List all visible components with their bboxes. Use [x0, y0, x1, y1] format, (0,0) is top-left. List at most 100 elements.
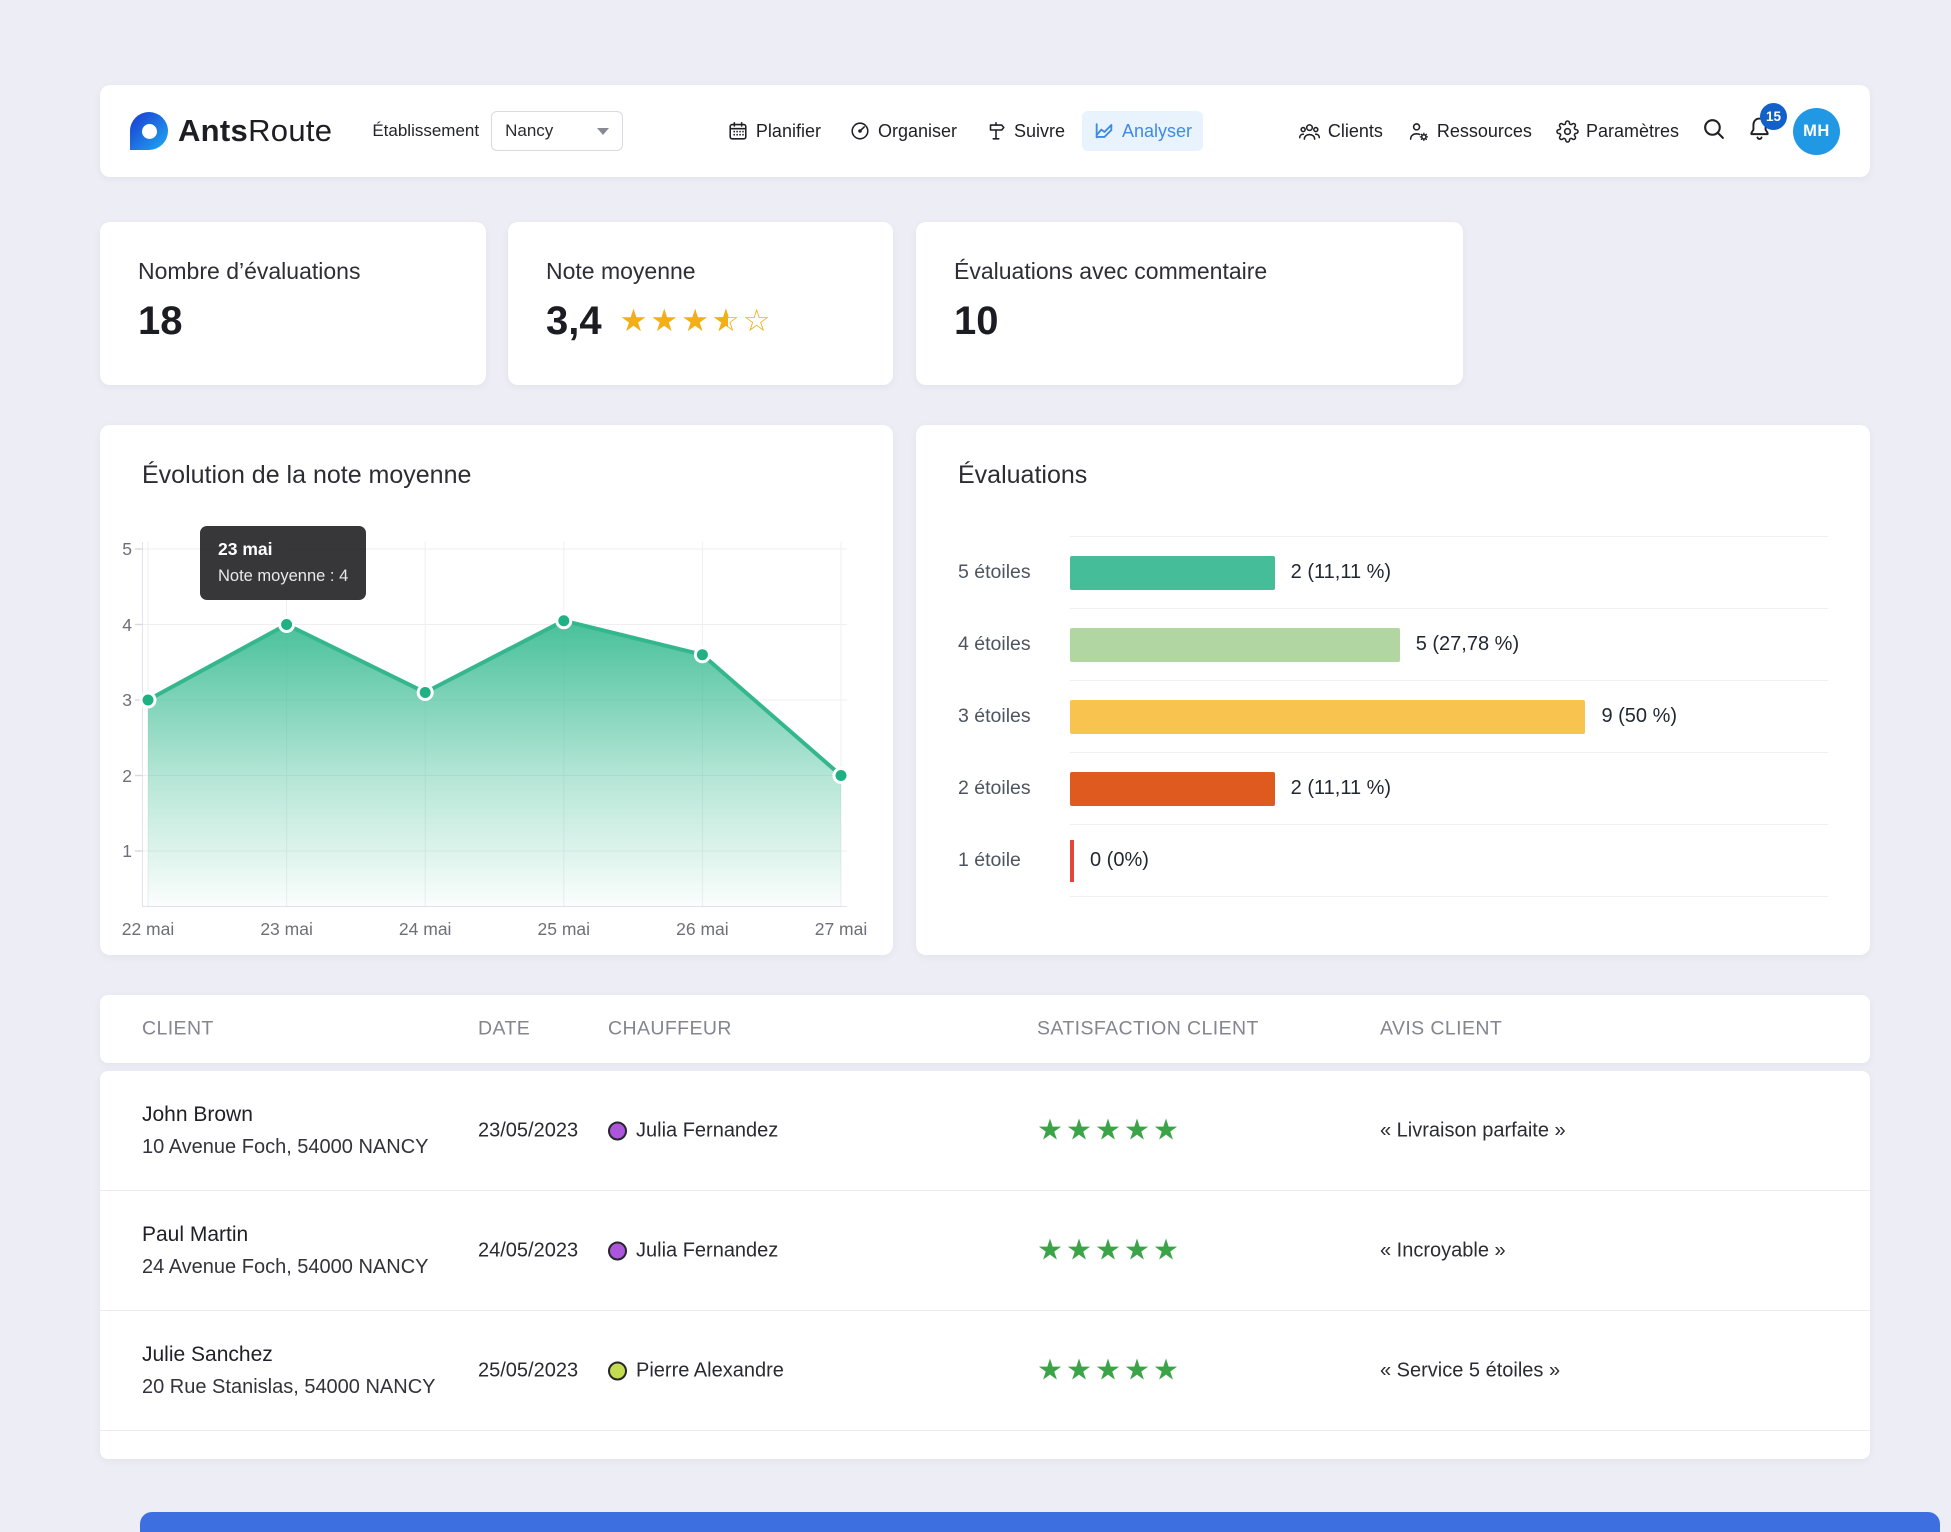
notifications-button[interactable]: 15	[1746, 115, 1773, 147]
nav-clients[interactable]: Clients	[1296, 114, 1385, 149]
x-axis-tick-label: 26 mai	[676, 919, 729, 940]
driver-name: Julia Fernandez	[636, 1239, 778, 1262]
stat-title: Évaluations avec commentaire	[954, 258, 1425, 285]
stat-card-evaluations-commentaire: Évaluations avec commentaire 10	[916, 222, 1463, 385]
nav-organiser[interactable]: Organiser	[838, 111, 968, 151]
nav-parametres-label: Paramètres	[1586, 121, 1679, 142]
nav-suivre[interactable]: Suivre	[974, 111, 1076, 151]
area-fill	[148, 621, 841, 907]
brand-logo[interactable]: AntsRoute	[130, 112, 332, 150]
nav-ressources-label: Ressources	[1437, 121, 1532, 142]
bar-value-label: 0 (0%)	[1090, 849, 1149, 872]
bar-category-label: 3 étoiles	[958, 680, 1070, 752]
y-axis-tick-label: 1	[104, 841, 132, 862]
nav-analyser-label: Analyser	[1122, 121, 1192, 142]
footer-accent-bar	[140, 1512, 1940, 1532]
bar-category-label: 1 étoile	[958, 824, 1070, 896]
tooltip-title: 23 mai	[218, 539, 348, 560]
bar-value-label: 2 (11,11 %)	[1291, 561, 1391, 584]
client-name: Julie Sanchez	[142, 1343, 436, 1367]
search-button[interactable]	[1701, 116, 1726, 146]
x-axis-tick-label: 25 mai	[538, 919, 591, 940]
stat-title: Note moyenne	[546, 258, 855, 285]
column-header-date: DATE	[478, 1018, 530, 1041]
satisfaction-stars: ★★★★★	[1037, 1116, 1182, 1145]
table-row[interactable]: Paul Martin24 Avenue Foch, 54000 NANCY24…	[100, 1191, 1870, 1311]
brand-bold: Ants	[178, 113, 248, 148]
stat-title: Nombre d’évaluations	[138, 258, 448, 285]
data-point[interactable]	[280, 618, 294, 632]
bar-chart-row: 5 étoiles 2 (11,11 %)	[958, 536, 1828, 608]
rating-stars: ★★★☆★☆	[620, 305, 771, 338]
x-axis-tick-label: 23 mai	[260, 919, 313, 940]
star-full-icon: ★	[620, 305, 648, 338]
table-row[interactable]: John Brown10 Avenue Foch, 54000 NANCY23/…	[100, 1071, 1870, 1191]
client-name: Paul Martin	[142, 1223, 428, 1247]
bar-track: 5 (27,78 %)	[1070, 608, 1828, 680]
nav-organiser-label: Organiser	[878, 121, 957, 142]
x-axis-tick-label: 27 mai	[815, 919, 868, 940]
driver-color-dot	[608, 1121, 627, 1140]
bar-chart-row: 1 étoile 0 (0%)	[958, 824, 1828, 896]
bar[interactable]	[1070, 556, 1275, 590]
bar-chart-card: Évaluations 5 étoiles 2 (11,11 %) 4 étoile…	[916, 425, 1870, 955]
avatar[interactable]: MH	[1793, 108, 1840, 155]
y-axis-tick-label: 2	[104, 766, 132, 787]
nav-ressources[interactable]: Ressources	[1405, 114, 1534, 149]
bar-chart-title: Évaluations	[958, 461, 1828, 490]
nav-analyser[interactable]: Analyser	[1082, 111, 1203, 151]
column-header-satisfaction: SATISFACTION CLIENT	[1037, 1018, 1259, 1041]
bar-category-label: 5 étoiles	[958, 536, 1070, 608]
brand-regular: Route	[248, 113, 332, 148]
driver-cell: Julia Fernandez	[608, 1239, 778, 1262]
y-axis-tick-label: 4	[104, 615, 132, 636]
table-row[interactable]: Julie Sanchez20 Rue Stanislas, 54000 NAN…	[100, 1311, 1870, 1431]
y-axis-tick-label: 5	[104, 539, 132, 560]
signpost-icon	[985, 120, 1007, 142]
stat-value-row: 3,4 ★★★☆★☆	[546, 299, 855, 344]
establishment-select[interactable]: Nancy	[491, 111, 623, 151]
star-half-icon: ☆★	[712, 305, 740, 338]
nav-parametres[interactable]: Paramètres	[1554, 114, 1681, 149]
establishment-value: Nancy	[505, 121, 553, 141]
column-header-avis: AVIS CLIENT	[1380, 1018, 1502, 1041]
search-icon	[1701, 116, 1726, 146]
review-text: « Livraison parfaite »	[1380, 1119, 1566, 1142]
bar-chart-row: 4 étoiles5 (27,78 %)	[958, 608, 1828, 680]
establishment-label: Établissement	[372, 121, 479, 141]
tooltip-text: Note moyenne : 4	[218, 567, 348, 586]
brand-name: AntsRoute	[178, 113, 332, 149]
client-name: John Brown	[142, 1103, 428, 1127]
data-point[interactable]	[557, 614, 571, 628]
line-chart: 23 mai Note moyenne : 4 1234522 mai23 ma…	[142, 542, 847, 907]
nav-planifier[interactable]: Planifier	[716, 111, 832, 151]
bar-value-label: 2 (11,11 %)	[1291, 777, 1391, 800]
nav-planifier-label: Planifier	[756, 121, 821, 142]
data-point[interactable]	[695, 648, 709, 662]
bar[interactable]	[1070, 700, 1585, 734]
bar-value-label: 5 (27,78 %)	[1416, 633, 1519, 656]
stat-value: 18	[138, 299, 448, 344]
data-point[interactable]	[834, 769, 848, 783]
star-full-icon: ★	[681, 305, 709, 338]
client-cell: Paul Martin24 Avenue Foch, 54000 NANCY	[142, 1223, 428, 1279]
driver-color-dot	[608, 1241, 627, 1260]
data-point[interactable]	[418, 685, 432, 699]
dashboard-page: AntsRoute Établissement Nancy	[0, 0, 1951, 1532]
bar[interactable]	[1070, 772, 1275, 806]
bar[interactable]	[1070, 628, 1400, 662]
logo-icon	[130, 112, 168, 150]
clients-icon	[1298, 120, 1321, 143]
driver-color-dot	[608, 1361, 627, 1380]
column-header-chauffeur: CHAUFFEUR	[608, 1018, 732, 1041]
nav-suivre-label: Suivre	[1014, 121, 1065, 142]
table-header: CLIENT DATE CHAUFFEUR SATISFACTION CLIEN…	[100, 995, 1870, 1063]
data-point[interactable]	[141, 693, 155, 707]
bar-track: 2 (11,11 %)	[1070, 536, 1828, 608]
bar-track: 2 (11,11 %)	[1070, 752, 1828, 824]
nav-clients-label: Clients	[1328, 121, 1383, 142]
bar-chart-row: 3 étoiles9 (50 %)	[958, 680, 1828, 752]
date-cell: 25/05/2023	[478, 1359, 578, 1382]
bar-track: 9 (50 %)	[1070, 680, 1828, 752]
bar-chart-bottom-divider	[1070, 896, 1828, 897]
